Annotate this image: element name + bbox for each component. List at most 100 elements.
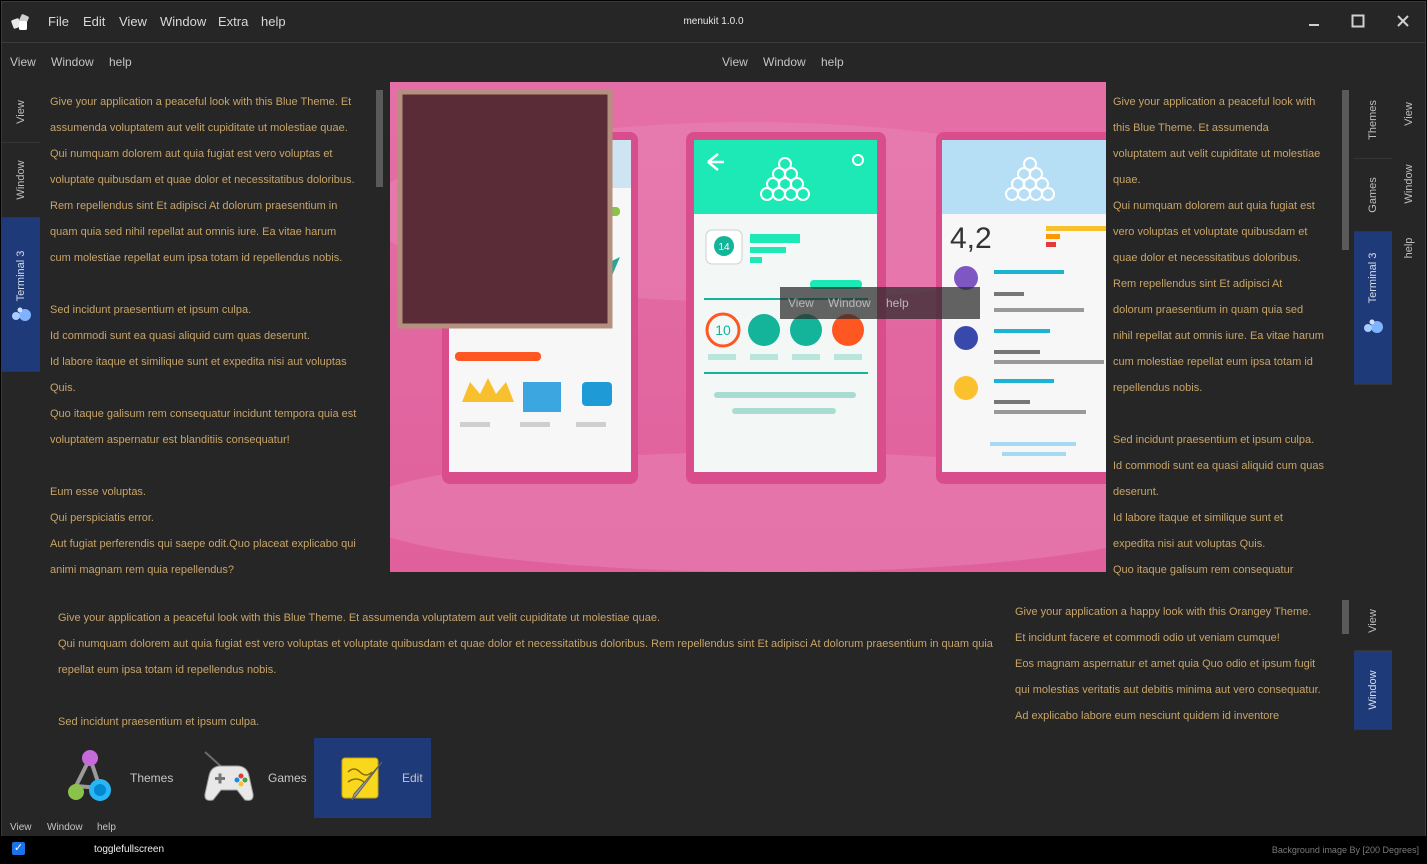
center-menu-window[interactable]: Window — [763, 55, 806, 69]
close-icon[interactable] — [1390, 10, 1416, 34]
text-line: Give your application a peaceful look wi… — [58, 612, 661, 624]
notepad-icon — [341, 757, 383, 801]
fullscreen-label: togglefullscreen — [94, 844, 165, 855]
title-bar: File Edit View Window Extra help menukit… — [2, 2, 1425, 43]
text-line: voluptatem aspernatur est blanditiis con… — [50, 434, 290, 446]
text-line: Sed incidunt praesentium et ipsum culpa. — [58, 716, 260, 728]
fullscreen-checkbox[interactable]: ✓ — [12, 842, 25, 855]
floating-menu: View Window help — [780, 287, 980, 319]
text-line: Eos magnam aspernatur et amet quia Quo o… — [1015, 658, 1316, 670]
app-window: File Edit View Window Extra help menukit… — [1, 1, 1426, 837]
window-title: menukit 1.0.0 — [683, 16, 744, 27]
floating-menu-window[interactable]: Window — [828, 296, 871, 310]
text-line: Id commodi sunt ea quasi aliquid cum qua… — [1113, 460, 1324, 472]
dock-label-themes: Themes — [130, 771, 174, 785]
text-line: repellat eum ipsa totam id repellendus n… — [58, 664, 277, 676]
right-tab-terminal[interactable]: Terminal 3 — [1354, 232, 1392, 385]
dock-item-edit[interactable]: Edit — [314, 738, 431, 818]
text-line: Qui numquam dolorem aut quia fugiat est … — [58, 638, 993, 650]
bubbles-icon — [12, 307, 31, 321]
status-menu-help[interactable]: help — [97, 822, 116, 833]
left-tab-view[interactable]: View — [2, 82, 40, 143]
dock-label-games: Games — [268, 771, 307, 785]
outer-tab-window[interactable]: Window — [1394, 146, 1424, 222]
left-scrollbar[interactable] — [376, 90, 383, 187]
gamepad-icon — [204, 751, 254, 801]
themes-icon — [68, 750, 111, 801]
text-line: voluptate quibusdam et quae dolor et nec… — [50, 174, 355, 186]
bottom-right-tab-strip: View Window — [1354, 592, 1392, 730]
right-scrollbar[interactable] — [1342, 90, 1349, 250]
left-tab-window[interactable]: Window — [2, 142, 40, 218]
submenu-window[interactable]: Window — [51, 55, 94, 69]
text-line: Aut fugiat perferendis qui saepe odit.Qu… — [50, 538, 356, 550]
text-line: Eum esse voluptas. — [50, 486, 146, 498]
status-menu-view[interactable]: View — [10, 822, 32, 833]
text-line: Et incidunt facere et commodi odio ut ve… — [1015, 632, 1280, 644]
center-menu-help[interactable]: help — [821, 55, 844, 69]
text-line: Quo itaque galisum rem consequatur — [1113, 564, 1294, 576]
bottom-right-text-pane: Give your application a happy look with … — [1015, 599, 1345, 735]
badge-number: 10 — [715, 322, 731, 338]
text-line: assumenda voluptatem aut velit cupiditat… — [50, 122, 348, 134]
text-line: nihil repellat aut omnis iure. Ea vitae … — [1113, 330, 1324, 342]
right-outer-tab-strip: View Window help — [1394, 82, 1424, 282]
text-line: Quo itaque galisum rem consequatur incid… — [50, 408, 357, 420]
text-line: deserunt. — [1113, 486, 1159, 498]
outer-tab-help[interactable]: help — [1394, 222, 1424, 274]
maximize-icon[interactable] — [1345, 10, 1371, 34]
bottom-right-scrollbar[interactable] — [1342, 600, 1349, 634]
right-tab-games[interactable]: Games — [1354, 159, 1392, 232]
text-line: this Blue Theme. Et assumenda — [1113, 122, 1269, 134]
image-credit: Background image By [200 Degrees] — [1271, 845, 1419, 855]
left-tab-terminal[interactable]: Terminal 3 — [2, 218, 40, 372]
right-tab-themes[interactable]: Themes — [1354, 82, 1392, 159]
text-line: Id commodi sunt ea quasi aliquid cum qua… — [50, 330, 310, 342]
text-line: repellendus nobis. — [1113, 382, 1203, 394]
text-line: Id labore itaque et similique sunt et — [1113, 512, 1283, 524]
text-line: quae. — [1113, 174, 1141, 186]
status-menu-window[interactable]: Window — [47, 822, 83, 833]
text-line: Give your application a happy look with … — [1015, 606, 1312, 618]
right-tab-strip: Themes Games Terminal 3 — [1354, 82, 1392, 385]
dock-item-games[interactable]: Games — [197, 738, 312, 818]
app-icon-number: 14 — [718, 242, 730, 253]
floating-menu-view[interactable]: View — [788, 296, 814, 310]
minimize-icon[interactable] — [1301, 10, 1327, 34]
center-menu-view[interactable]: View — [722, 55, 748, 69]
text-line: Give your application a peaceful look wi… — [1113, 96, 1316, 108]
text-line: Quis. — [50, 382, 76, 394]
bubbles-icon — [1364, 319, 1383, 333]
text-line: animi magnam rem quia repellendus? — [50, 564, 235, 576]
submenu-view[interactable]: View — [10, 55, 36, 69]
left-tab-strip: View Window Terminal 3 — [2, 82, 40, 372]
dock-label-edit: Edit — [402, 771, 423, 785]
submenu-help[interactable]: help — [109, 55, 132, 69]
dock-item-themes[interactable]: Themes — [60, 738, 185, 818]
footer-bar — [0, 836, 1427, 864]
text-line: Sed incidunt praesentium et ipsum culpa. — [1113, 434, 1315, 446]
bottom-left-text-pane: Give your application a peaceful look wi… — [58, 605, 1008, 735]
text-line: qui molestias veritatis aut debitis mini… — [1015, 684, 1321, 696]
text-line: Ad explicabo labore eum nesciunt quidem … — [1015, 710, 1280, 722]
text-line: Qui numquam dolorem aut quia fugiat est — [1113, 200, 1315, 212]
bottom-tab-view[interactable]: View — [1354, 592, 1392, 651]
text-line: quae dolor et necessitatibus doloribus. — [1113, 252, 1301, 264]
bottom-tab-window[interactable]: Window — [1354, 651, 1392, 730]
text-line: Give your application a peaceful look wi… — [50, 96, 352, 108]
left-text-pane: Give your application a peaceful look wi… — [50, 89, 375, 584]
text-line: Rem repellendus sint Et adipisci At dolo… — [50, 200, 338, 212]
rating-value: 4,2 — [950, 222, 992, 255]
outer-tab-view[interactable]: View — [1394, 82, 1424, 146]
text-line: cum molestiae repellat eum ipsa totam id… — [50, 252, 343, 264]
text-line: vero voluptas et voluptate quibusdam et — [1113, 226, 1308, 238]
right-text-pane: Give your application a peaceful look wi… — [1113, 89, 1338, 584]
text-line: dolorum praesentium in quam quia sed — [1113, 304, 1304, 316]
floating-menu-help[interactable]: help — [886, 296, 909, 310]
text-line: Qui numquam dolorem aut quia fugiat est … — [50, 148, 333, 160]
background-image: 14 10 4,2 — [390, 82, 1106, 572]
text-line: cum molestiae repellat eum ipsa totam id — [1113, 356, 1313, 368]
text-line: Qui perspiciatis error. — [50, 512, 154, 524]
text-line: Id labore itaque et similique sunt et ex… — [50, 356, 347, 368]
text-line: Sed incidunt praesentium et ipsum culpa. — [50, 304, 252, 316]
